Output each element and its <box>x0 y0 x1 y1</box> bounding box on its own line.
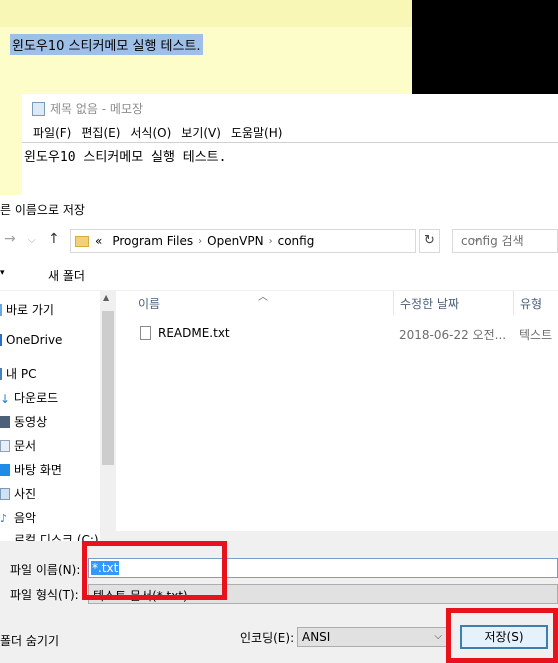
encoding-label: 인코딩(E): <box>240 631 295 645</box>
desktop-icon <box>0 463 10 476</box>
file-list: ︿ 이름 수정한 날짜 유형 README.txt 2018-06-22 오전.… <box>116 291 558 541</box>
breadcrumb-program-files[interactable]: Program Files <box>112 234 193 248</box>
notepad-titlebar: 제목 없음 - 메모장 <box>32 100 143 117</box>
notepad-title: 제목 없음 - 메모장 <box>50 102 144 116</box>
notepad-text-area[interactable]: 윈도우10 스티커메모 실행 테스트. <box>24 146 226 165</box>
cloud-icon <box>0 334 2 346</box>
text-file-icon <box>140 326 151 340</box>
menu-format[interactable]: 서식(O) <box>125 122 176 142</box>
chevron-down-icon: ⌵ <box>434 631 442 642</box>
filetype-label: 파일 형식(T): <box>10 588 79 602</box>
address-bar[interactable]: « Program Files › OpenVPN › config ⌵ <box>70 229 481 253</box>
star-icon <box>0 303 2 316</box>
computer-icon <box>0 367 2 380</box>
recent-chevron-icon[interactable]: ⌵ <box>28 235 36 246</box>
nav-item-pictures[interactable]: 사진 <box>0 485 36 502</box>
highlight-box-filename <box>82 541 227 600</box>
sticky-note-edge <box>0 95 22 195</box>
menu-help[interactable]: 도움말(H) <box>226 122 288 142</box>
divider <box>22 142 558 143</box>
dialog-title: 른 이름으로 저장 <box>0 203 85 217</box>
document-icon <box>0 439 10 452</box>
column-header-type[interactable]: 유형 <box>514 291 558 315</box>
breadcrumb-prefix[interactable]: « <box>95 234 102 248</box>
sticky-note: 윈도우10 스티커메모 실행 테스트. <box>0 0 412 95</box>
download-icon: ↓ <box>0 391 11 406</box>
nav-item-desktop[interactable]: 바탕 화면 <box>0 461 62 478</box>
nav-item-documents[interactable]: 문서 <box>0 437 36 454</box>
organize-dropdown-icon[interactable]: ▾ <box>0 268 5 278</box>
address-row: → ⌵ ↑ « Program Files › OpenVPN › config… <box>0 229 558 253</box>
nav-scrollbar[interactable]: ▲ <box>100 291 116 541</box>
folder-icon <box>75 235 89 247</box>
column-header-name[interactable]: 이름 <box>132 291 394 315</box>
navigation-pane: 바로 가기 OneDrive 내 PC ↓ 다운로드 동영상 문서 바탕 화면 <box>0 291 116 547</box>
forward-arrow-icon[interactable]: → <box>4 231 16 247</box>
sticky-note-text[interactable]: 윈도우10 스티커메모 실행 테스트. <box>10 34 203 55</box>
nav-item-music[interactable]: ♪ 음악 <box>0 509 36 526</box>
breadcrumb-openvpn[interactable]: OpenVPN <box>207 234 263 248</box>
scroll-up-icon[interactable]: ▲ <box>103 293 109 302</box>
nav-item-downloads[interactable]: ↓ 다운로드 <box>0 389 58 406</box>
nav-item-videos[interactable]: 동영상 <box>0 413 47 430</box>
chevron-right-icon: › <box>198 235 203 247</box>
chevron-right-icon: › <box>268 235 273 247</box>
highlight-box-save <box>446 608 558 663</box>
music-icon: ♪ <box>0 511 8 525</box>
filename-label: 파일 이름(N): <box>10 563 81 577</box>
menu-edit[interactable]: 편집(E) <box>76 122 125 142</box>
menu-view[interactable]: 보기(V) <box>176 122 226 142</box>
file-list-scrollbar[interactable] <box>116 531 558 541</box>
nav-item-onedrive[interactable]: OneDrive <box>0 333 62 347</box>
encoding-value: ANSI <box>302 630 331 644</box>
breadcrumb-config[interactable]: config <box>278 234 315 248</box>
nav-scroll-thumb[interactable] <box>102 311 114 465</box>
search-input[interactable]: config 검색 <box>452 229 558 253</box>
nav-item-this-pc[interactable]: 내 PC <box>0 365 36 382</box>
notepad-icon <box>32 101 45 116</box>
encoding-select[interactable]: ANSI ⌵ <box>297 627 447 647</box>
column-header-date[interactable]: 수정한 날짜 <box>394 291 514 315</box>
hide-folders-button[interactable]: 폴더 숨기기 <box>0 632 59 649</box>
picture-icon <box>0 487 10 500</box>
file-name: README.txt <box>158 326 230 340</box>
notepad-menubar: 파일(F) 편집(E) 서식(O) 보기(V) 도움말(H) <box>22 122 558 142</box>
new-folder-button[interactable]: 새 폴더 <box>48 267 85 284</box>
file-type: 텍스트 <box>519 328 553 342</box>
video-icon <box>0 415 10 428</box>
dialog-toolbar: ▾ 새 폴더 <box>0 261 558 291</box>
menu-file[interactable]: 파일(F) <box>28 122 76 142</box>
table-row[interactable]: README.txt 2018-06-22 오전... 텍스트 <box>116 324 558 344</box>
nav-item-quick-access[interactable]: 바로 가기 <box>0 301 54 318</box>
notepad-window: 제목 없음 - 메모장 파일(F) 편집(E) 서식(O) 보기(V) 도움말(… <box>22 94 558 195</box>
sticky-note-header[interactable] <box>0 0 412 27</box>
refresh-icon[interactable]: ↻ <box>419 229 440 253</box>
file-date: 2018-06-22 오전... <box>399 328 507 342</box>
up-arrow-icon[interactable]: ↑ <box>48 231 60 247</box>
